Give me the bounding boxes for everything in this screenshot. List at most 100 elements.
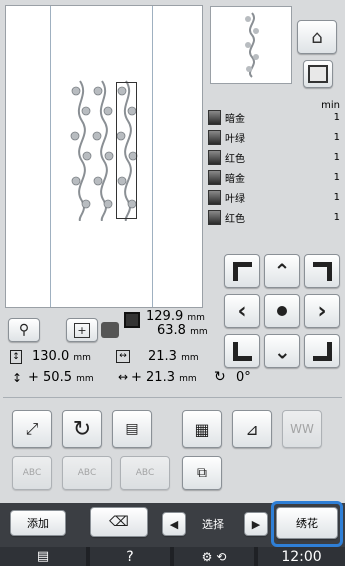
move-left-button[interactable]: ‹ <box>224 294 260 328</box>
corner-up-left-icon <box>232 261 252 281</box>
thread-count: 1 <box>333 171 340 183</box>
thread-count: 1 <box>333 111 340 123</box>
help-button[interactable]: ? <box>90 547 170 566</box>
thread-name: 暗金 <box>225 113 245 125</box>
grid-line-vertical <box>50 6 51 307</box>
border-button[interactable]: ▦ <box>182 410 222 448</box>
move-up-left-button[interactable] <box>224 254 260 288</box>
grid-line-vertical <box>152 6 153 307</box>
frame-plus-icon: + <box>74 322 90 338</box>
vertical-offset-icon: ↕ <box>12 371 23 385</box>
home-icon: ⌂ <box>311 26 323 48</box>
clock-time: 12:00 <box>281 548 322 565</box>
triangle-left-icon: ◀ <box>169 517 179 531</box>
frame-icon <box>308 65 328 83</box>
select-prev-button[interactable]: ◀ <box>162 512 186 536</box>
thumbnail-pattern <box>245 12 259 78</box>
rotate-icon: ↻ <box>72 416 92 442</box>
document-icon: ▤ <box>36 549 50 564</box>
move-up-right-button[interactable] <box>304 254 340 288</box>
select-label: 选择 <box>202 518 224 531</box>
move-down-right-button[interactable] <box>304 334 340 368</box>
chevron-down-icon: ⌃ <box>273 339 291 363</box>
embroidery-pattern <box>70 80 138 221</box>
thread-row-5: 叶绿 1 <box>208 187 340 207</box>
selection-frame <box>116 82 137 219</box>
document-button[interactable]: ▤ <box>0 547 86 566</box>
home-button[interactable]: ⌂ <box>297 20 337 54</box>
move-down-button[interactable]: ⌃ <box>264 334 300 368</box>
delete-button[interactable]: ⌫ <box>90 507 148 537</box>
settings-icon: ⚙ ⟲ <box>201 549 227 564</box>
pattern-thumbnail <box>210 6 292 84</box>
thread-count: 1 <box>333 151 340 163</box>
zigzag-icon: WW <box>290 422 314 436</box>
center-dot-icon <box>277 306 287 316</box>
color-layers-icon: ▤ <box>125 421 139 437</box>
thread-color-swatch <box>208 129 221 145</box>
settings-button[interactable]: ⚙ ⟲ <box>174 547 254 566</box>
size-button[interactable]: ⤢ <box>12 410 52 448</box>
thread-name: 红色 <box>225 153 245 165</box>
frame-select-button[interactable]: + <box>66 318 98 342</box>
duplicate-button[interactable]: ⧉ <box>182 456 222 490</box>
offset-horizontal: + 21.3 mm <box>131 370 197 385</box>
array-button[interactable]: ABC <box>12 456 52 490</box>
rotation-angle: 0° <box>236 370 251 385</box>
corner-down-left-icon <box>232 341 252 361</box>
eraser-icon: ⌫ <box>109 514 129 530</box>
rotate-button[interactable]: ↻ <box>62 410 102 448</box>
add-button-label: 添加 <box>27 517 49 530</box>
clock-display: 12:00 <box>258 547 345 566</box>
thread-name: 叶绿 <box>225 193 245 205</box>
thread-color-swatch <box>208 189 221 205</box>
stitch-density-button[interactable]: WW <box>282 410 322 448</box>
thread-count: 1 <box>333 211 340 223</box>
embroidery-preview[interactable] <box>5 5 203 308</box>
hoop-icon <box>101 322 119 338</box>
grid-icon: ▦ <box>194 419 210 439</box>
magnify-button[interactable]: ⚲ <box>8 318 40 342</box>
horizontal-offset-icon: ↔ <box>118 370 129 384</box>
embroider-button-label: 绣花 <box>296 517 318 530</box>
corner-down-right-icon <box>312 341 332 361</box>
size-width: 63.8 mm <box>157 323 208 338</box>
curve-text-button[interactable]: ABC <box>62 456 112 490</box>
add-button[interactable]: 添加 <box>10 510 66 536</box>
help-label: ? <box>126 548 134 565</box>
chevron-left-icon: ‹ <box>237 298 247 324</box>
position-horizontal: 21.3 mm <box>148 349 199 364</box>
magnifier-icon: ⚲ <box>18 322 30 338</box>
thread-row-3: 红色 1 <box>208 147 340 167</box>
thread-color-swatch <box>208 149 221 165</box>
vertical-pos-icon: ↕ <box>10 350 22 364</box>
duplicate-icon: ⧉ <box>197 465 207 481</box>
select-next-button[interactable]: ▶ <box>244 512 268 536</box>
corner-up-right-icon <box>312 261 332 281</box>
move-up-button[interactable]: ⌃ <box>264 254 300 288</box>
thread-count: 1 <box>333 131 340 143</box>
thread-color-swatch <box>208 109 221 125</box>
thread-name: 红色 <box>225 213 245 225</box>
thread-row-2: 叶绿 1 <box>208 127 340 147</box>
triangle-right-icon: ▶ <box>251 517 261 531</box>
spacing-icon: ABC <box>135 468 155 478</box>
thread-row-1: 暗金 1 <box>208 107 340 127</box>
chevron-right-icon: › <box>317 298 327 324</box>
thread-count: 1 <box>333 191 340 203</box>
resize-icon: ⤢ <box>25 419 39 438</box>
move-center-button[interactable] <box>264 294 300 328</box>
mirror-button[interactable]: ⊿ <box>232 410 272 448</box>
mirror-icon: ⊿ <box>245 419 259 439</box>
move-down-left-button[interactable] <box>224 334 260 368</box>
thread-row-4: 暗金 1 <box>208 167 340 187</box>
move-right-button[interactable]: › <box>304 294 340 328</box>
frame-display-button[interactable] <box>303 60 333 88</box>
thread-color-swatch <box>208 169 221 185</box>
embroider-button[interactable]: 绣花 <box>276 507 338 539</box>
position-vertical: 130.0 mm <box>32 349 91 364</box>
spacing-button[interactable]: ABC <box>120 456 170 490</box>
horizontal-pos-icon: ↔ <box>116 350 130 363</box>
density-button[interactable]: ▤ <box>112 410 152 448</box>
chevron-up-icon: ⌃ <box>273 259 291 283</box>
